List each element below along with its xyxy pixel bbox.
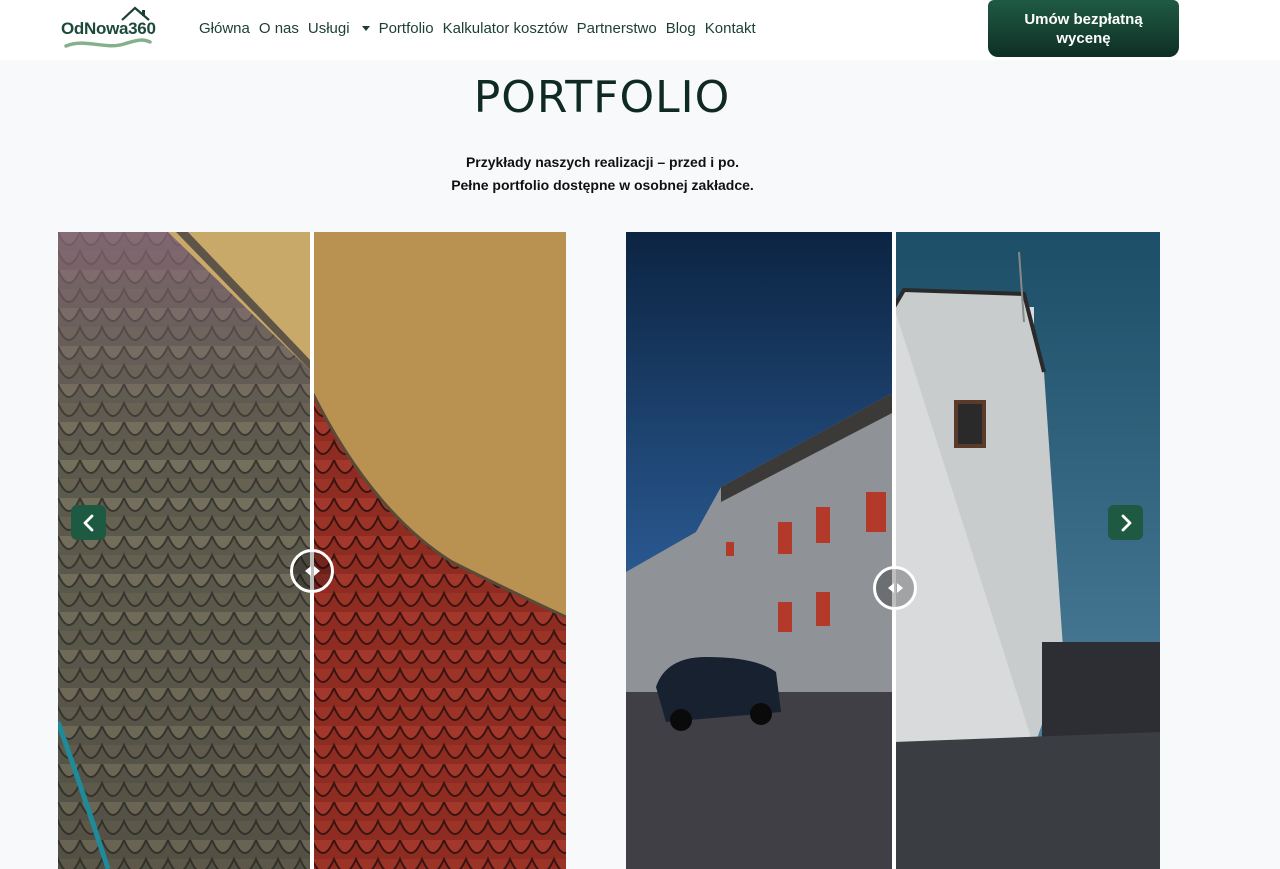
subtitle-line-2: Pełne portfolio dostępne w osobnej zakła…	[451, 177, 754, 193]
before-image-facade	[626, 232, 894, 869]
nav-item-o-nas[interactable]: O nas	[259, 20, 299, 37]
nav-item-partnerstwo[interactable]: Partnerstwo	[577, 20, 657, 37]
nav-item-glowna[interactable]: Główna	[199, 20, 250, 37]
slider-handle[interactable]	[873, 566, 917, 610]
after-image-roof	[312, 232, 566, 869]
nav-item-kontakt[interactable]: Kontakt	[705, 20, 756, 37]
arrow-right-icon	[313, 566, 320, 576]
nav-item-uslugi[interactable]: Usługi	[308, 20, 370, 37]
logo[interactable]: OdNowa360	[60, 4, 156, 54]
after-image-facade	[894, 232, 1160, 869]
nav-item-portfolio[interactable]: Portfolio	[379, 20, 434, 37]
slider-handle[interactable]	[290, 549, 334, 593]
page-subtitle: Przykłady naszych realizacji – przed i p…	[0, 151, 1205, 197]
main-nav: Główna O nas Usługi Portfolio Kalkulator…	[199, 20, 756, 37]
site-header: OdNowa360 Główna O nas Usługi Portfolio …	[0, 0, 1280, 60]
nav-item-blog[interactable]: Blog	[666, 20, 696, 37]
chevron-right-icon	[1121, 514, 1131, 531]
arrow-left-icon	[887, 583, 894, 593]
before-after-slider-roof[interactable]	[58, 232, 566, 869]
nav-item-kalkulator[interactable]: Kalkulator kosztów	[443, 20, 568, 37]
nav-item-uslugi-label: Usługi	[307, 20, 350, 37]
before-image-roof	[58, 232, 312, 869]
subtitle-line-1: Przykłady naszych realizacji – przed i p…	[465, 154, 740, 170]
chevron-left-icon	[83, 514, 93, 531]
before-after-slider-facade[interactable]	[626, 232, 1160, 869]
carousel-next-button[interactable]	[1108, 505, 1143, 540]
carousel-prev-button[interactable]	[71, 505, 106, 540]
page-title: PORTFOLIO	[473, 72, 731, 123]
logo-text: OdNowa360	[61, 19, 156, 38]
arrow-right-icon	[896, 583, 903, 593]
free-quote-button[interactable]: Umów bezpłatną wycenę	[988, 0, 1179, 57]
slider-divider[interactable]	[892, 232, 896, 869]
chevron-down-icon[interactable]	[361, 26, 370, 31]
arrow-left-icon	[304, 566, 311, 576]
